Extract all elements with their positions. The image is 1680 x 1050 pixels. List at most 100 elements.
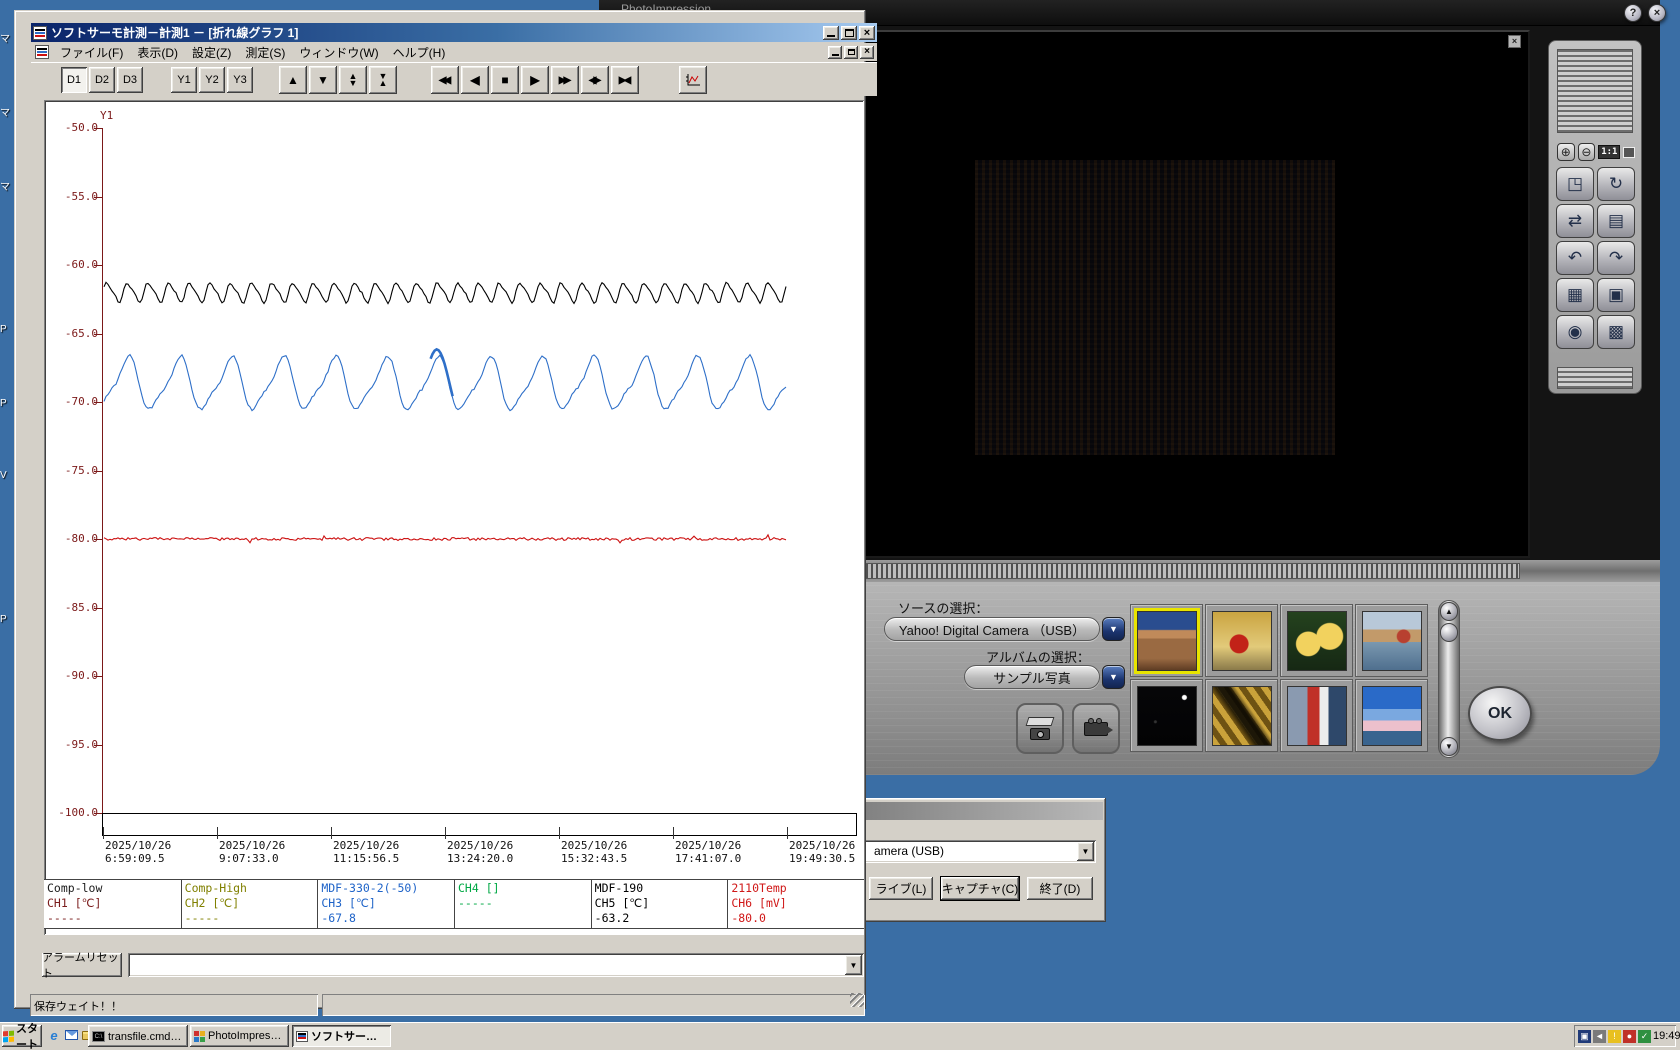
- legend-cell-CH6: 2110Temp CH6 [mV] -80.0: [727, 880, 864, 928]
- thumbnail-desert-spires[interactable]: [1130, 604, 1203, 677]
- rewind-icon[interactable]: ◀◀: [431, 66, 459, 94]
- scroll-down-icon[interactable]: ▼: [1440, 737, 1458, 756]
- status-red-tray-icon[interactable]: ●: [1623, 1029, 1636, 1043]
- frame-icon[interactable]: ▣: [1597, 278, 1635, 312]
- duplicate-page-icon[interactable]: ▤: [1597, 204, 1635, 238]
- alarm-combobox[interactable]: ▼: [128, 953, 864, 977]
- toolbar-button-D2[interactable]: D2: [89, 67, 115, 93]
- rotate-icon[interactable]: ↻: [1597, 167, 1635, 201]
- y-tick-label: -100.0: [58, 806, 98, 819]
- toolbar-button-Y2[interactable]: Y2: [199, 67, 225, 93]
- close-button[interactable]: ×: [1648, 4, 1666, 22]
- redo-icon[interactable]: ↷: [1597, 241, 1635, 275]
- help-button[interactable]: ?: [1624, 4, 1642, 22]
- menu-item-設定[interactable]: 設定(Z): [185, 43, 238, 62]
- menu-item-ヘルプ[interactable]: ヘルプ(H): [386, 43, 453, 62]
- display-tray-icon[interactable]: ▣: [1578, 1029, 1591, 1043]
- dialog-titlebar[interactable]: [853, 802, 1103, 820]
- dialog-button-ライブ[interactable]: ライブ(L): [869, 877, 933, 900]
- toolbar-button-Y1[interactable]: Y1: [171, 67, 197, 93]
- expand-vertical-icon[interactable]: ▲ ▼: [339, 66, 367, 94]
- start-button[interactable]: スタート: [2, 1023, 42, 1050]
- minimize-icon[interactable]: [823, 25, 839, 40]
- close-icon[interactable]: ×: [859, 25, 875, 40]
- mdi-restore-icon[interactable]: [844, 45, 858, 59]
- thumbnail-sky-clouds[interactable]: [1355, 679, 1428, 752]
- step-back-icon[interactable]: ◀: [461, 66, 489, 94]
- taskbar-task-softthermo[interactable]: ソフトサーモ E830: [292, 1025, 391, 1047]
- scanner-camera-button[interactable]: [1016, 703, 1064, 754]
- album-select-dropdown[interactable]: サンプル写真: [964, 665, 1100, 689]
- thumbnail-cardinal-bird[interactable]: [1205, 604, 1278, 677]
- fast-forward-icon[interactable]: ▶▶: [551, 66, 579, 94]
- graph-chart-icon[interactable]: [679, 66, 707, 94]
- step-forward-icon[interactable]: ▶: [521, 66, 549, 94]
- dialog-button-終了[interactable]: 終了(D): [1027, 877, 1093, 900]
- compress-horizontal-icon[interactable]: ▶◀: [611, 66, 639, 94]
- stop-icon[interactable]: ■: [491, 66, 519, 94]
- status-green-tray-icon[interactable]: ✓: [1638, 1029, 1651, 1043]
- maximize-icon[interactable]: [841, 25, 857, 40]
- x-tick-label: 2025/10/26 15:32:43.5: [561, 839, 628, 865]
- toolbar-button-D1[interactable]: D1: [61, 67, 87, 93]
- x-tick-mark: [331, 827, 332, 839]
- source-select-dropdown[interactable]: Yahoo! Digital Camera （USB）: [884, 617, 1100, 641]
- scrollbar-thumb[interactable]: [1440, 623, 1458, 642]
- zoom-in-icon[interactable]: ⊕: [1557, 143, 1575, 161]
- source-dropdown-arrow-icon[interactable]: ▼: [1102, 617, 1125, 641]
- toolbar-button-D3[interactable]: D3: [117, 67, 143, 93]
- harbor-town-image: [1362, 611, 1422, 671]
- copy-icon[interactable]: ▦: [1556, 278, 1594, 312]
- desktop-icon-label-fragment: マ: [0, 108, 10, 119]
- thumbnail-gold-weave[interactable]: [1205, 679, 1278, 752]
- volume-tray-icon[interactable]: ◄: [1593, 1029, 1606, 1043]
- thumbnail-yellow-flowers[interactable]: [1280, 604, 1353, 677]
- menu-item-表示[interactable]: 表示(D): [130, 43, 185, 62]
- thumbnail-scrollbar[interactable]: ▲ ▼: [1438, 600, 1460, 758]
- thumbnail-lighthouse-ship[interactable]: [1280, 679, 1353, 752]
- alert-tray-icon[interactable]: !: [1608, 1029, 1621, 1043]
- y-tick-label: -75.0: [64, 463, 98, 477]
- taskbar: スタート e C:\transfile.cmd へのショート... PhotoIm…: [0, 1022, 1680, 1050]
- scroll-up-icon[interactable]: ▲: [1440, 602, 1458, 621]
- thumbnail-night-sky[interactable]: [1130, 679, 1203, 752]
- y-tick-label: -70.0: [64, 395, 98, 408]
- thumbnail-harbor-town[interactable]: [1355, 604, 1428, 677]
- video-camera-button[interactable]: [1072, 703, 1120, 754]
- expand-horizontal-icon[interactable]: ◀▶: [581, 66, 609, 94]
- taskbar-task-photoimpression[interactable]: PhotoImpression 2000: [190, 1025, 289, 1047]
- combo-dropdown-arrow-icon[interactable]: ▼: [1077, 842, 1094, 861]
- compress-vertical-icon[interactable]: ▼ ▲: [369, 66, 397, 94]
- menu-item-測定[interactable]: 測定(S): [238, 43, 292, 62]
- toolbar-button-Y3[interactable]: Y3: [227, 67, 253, 93]
- menu-item-ウィンドウ[interactable]: ウィンドウ(W): [292, 43, 385, 62]
- preview-close-icon[interactable]: ×: [1508, 35, 1521, 48]
- undo-icon[interactable]: ↶: [1556, 241, 1594, 275]
- resize-grip[interactable]: [850, 993, 864, 1007]
- sky-clouds-image: [1362, 686, 1422, 746]
- scroll-up-icon[interactable]: ▲: [279, 66, 307, 94]
- dialog-button-キャプチャ[interactable]: キャプチャ(C): [941, 877, 1019, 900]
- fit-icon[interactable]: ◳: [1556, 167, 1594, 201]
- scroll-down-icon[interactable]: ▼: [309, 66, 337, 94]
- mdi-minimize-icon[interactable]: [828, 45, 842, 59]
- window-titlebar[interactable]: ソフトサーモ計測－計測1 － [折れ線グラフ 1] ×: [31, 23, 877, 42]
- alarm-dropdown-arrow-icon[interactable]: ▼: [845, 955, 862, 975]
- album-dropdown-arrow-icon[interactable]: ▼: [1102, 665, 1125, 689]
- alarm-reset-button[interactable]: アラームリセット: [42, 952, 122, 980]
- taskbar-task-cmd[interactable]: C:\transfile.cmd へのショート...: [88, 1025, 188, 1047]
- outlook-express-icon[interactable]: [63, 1027, 79, 1043]
- legend-cell-CH3: MDF-330-2(-50) CH3 [℃] -67.8: [317, 880, 454, 928]
- ok-button[interactable]: OK: [1468, 686, 1532, 741]
- mdi-close-icon[interactable]: ×: [860, 45, 874, 59]
- flip-horizontal-icon[interactable]: ⇄: [1556, 204, 1594, 238]
- trace-CH6: [103, 533, 787, 544]
- menu-item-ファイル[interactable]: ファイル(F): [53, 43, 130, 62]
- x-tick-label: 2025/10/26 9:07:33.0: [219, 839, 286, 865]
- y-tick-mark: [94, 539, 102, 540]
- desktop-icon-label-fragment: マ: [0, 34, 10, 45]
- camera-icon[interactable]: ◉: [1556, 315, 1594, 349]
- zoom-out-icon[interactable]: ⊖: [1577, 143, 1596, 161]
- grid-icon[interactable]: ▩: [1597, 315, 1635, 349]
- internet-explorer-icon[interactable]: e: [46, 1027, 62, 1043]
